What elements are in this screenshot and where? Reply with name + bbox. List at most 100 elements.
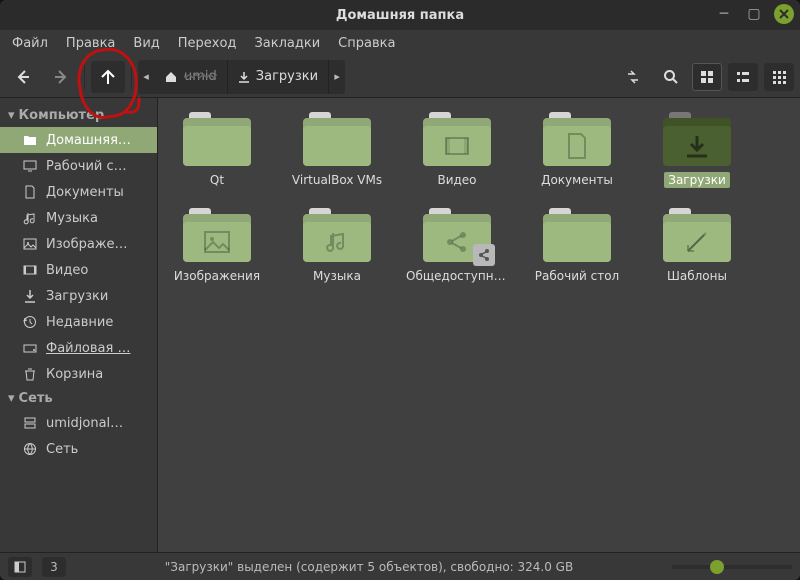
sidebar-item[interactable]: Файловая … [0, 335, 157, 361]
sidebar-item[interactable]: Сеть [0, 436, 157, 462]
sidebar-item[interactable]: Корзина [0, 361, 157, 387]
maximize-button[interactable]: ▢ [744, 4, 764, 24]
menu-go[interactable]: Переход [170, 33, 245, 54]
sidebar-item-label: Рабочий с… [46, 159, 127, 174]
zoom-thumb[interactable] [710, 560, 724, 574]
sidebar-item-label: Музыка [46, 211, 98, 226]
network-icon [22, 442, 38, 456]
view-icons-button[interactable] [692, 63, 722, 91]
sidebar-item-label: umidjonal… [46, 416, 123, 431]
sidebar: ▾ Компьютер Домашняя… Рабочий с… Документы… [0, 98, 158, 552]
path-home[interactable]: umid [154, 60, 228, 94]
back-button[interactable] [6, 61, 40, 93]
sidebar-group-network[interactable]: ▾ Сеть [0, 387, 157, 410]
folder-item[interactable]: Общедоступные [402, 208, 512, 284]
sidepane-toggle-button[interactable] [8, 557, 32, 577]
folder-item[interactable]: Музыка [282, 208, 392, 284]
download-icon [238, 71, 250, 83]
up-button[interactable] [91, 61, 125, 93]
sidebar-group-computer[interactable]: ▾ Компьютер [0, 104, 157, 127]
menu-file[interactable]: Файл [4, 33, 56, 54]
menu-edit[interactable]: Правка [58, 33, 123, 54]
music-icon [22, 211, 38, 225]
view-compact-button[interactable] [764, 63, 794, 91]
path-prev[interactable]: ◂ [138, 70, 154, 83]
status-count[interactable]: 3 [42, 557, 66, 577]
folder-icon [303, 208, 371, 262]
folder-icon [663, 208, 731, 262]
folder-icon [183, 112, 251, 166]
view-switcher [692, 63, 794, 91]
path-downloads[interactable]: Загрузки [228, 60, 329, 94]
chevron-down-icon: ▾ [8, 391, 15, 406]
menu-view[interactable]: Вид [125, 33, 167, 54]
menu-help[interactable]: Справка [330, 33, 403, 54]
sidebar-item[interactable]: umidjonal… [0, 410, 157, 436]
image-icon [22, 237, 38, 251]
folder-item[interactable]: Рабочий стол [522, 208, 632, 284]
folder-label: Общедоступные [402, 268, 512, 284]
sidebar-item[interactable]: Изображе… [0, 231, 157, 257]
path-next[interactable]: ▸ [329, 70, 345, 83]
sidebar-item[interactable]: Недавние [0, 309, 157, 335]
close-button[interactable] [774, 4, 794, 24]
pathbar[interactable]: ◂ umid Загрузки ▸ [138, 60, 345, 94]
list-icon [736, 70, 750, 84]
folder-label: Qt [206, 172, 228, 188]
home-icon [164, 70, 178, 84]
folder-label: VirtualBox VMs [288, 172, 386, 188]
document-icon [22, 185, 38, 199]
folder-item[interactable]: Загрузки [642, 112, 752, 188]
sidebar-item[interactable]: Рабочий с… [0, 153, 157, 179]
sidebar-group-label: Компьютер [19, 108, 105, 123]
sidebar-item-label: Загрузки [46, 289, 108, 304]
menu-bookmarks[interactable]: Закладки [246, 33, 328, 54]
share-badge-icon [473, 244, 495, 266]
compact-icon [772, 70, 786, 84]
video-icon [22, 263, 38, 277]
sidebar-item-label: Документы [46, 185, 124, 200]
folder-icon [423, 112, 491, 166]
sidebar-item-label: Сеть [46, 442, 78, 457]
zoom-slider[interactable] [672, 565, 792, 569]
folder-item[interactable]: Шаблоны [642, 208, 752, 284]
desktop-icon [22, 159, 38, 173]
folder-item[interactable]: VirtualBox VMs [282, 112, 392, 188]
sidebar-item[interactable]: Загрузки [0, 283, 157, 309]
folder-icon [663, 112, 731, 166]
folder-item[interactable]: Qt [162, 112, 272, 188]
view-list-button[interactable] [728, 63, 758, 91]
trash-icon [22, 367, 38, 381]
minimize-button[interactable]: ─ [714, 4, 734, 24]
sidebar-item[interactable]: Документы [0, 179, 157, 205]
folder-label: Загрузки [664, 172, 730, 188]
download-icon [22, 289, 38, 303]
sidebar-item[interactable]: Домашняя… [0, 127, 157, 153]
forward-button[interactable] [44, 61, 78, 93]
folder-item[interactable]: Видео [402, 112, 512, 188]
separator [84, 65, 85, 89]
sidebar-item-label: Файловая … [46, 341, 130, 356]
sidebar-item[interactable]: Музыка [0, 205, 157, 231]
grid-icon [700, 70, 714, 84]
window-title: Домашняя папка [336, 8, 464, 23]
titlebar[interactable]: Домашняя папка ─ ▢ [0, 0, 800, 30]
statusbar: 3 "Загрузки" выделен (содержит 5 объекто… [0, 552, 800, 580]
path-downloads-label: Загрузки [256, 69, 318, 84]
pane-icon [14, 561, 26, 573]
sidebar-item-label: Изображе… [46, 237, 128, 252]
content-area[interactable]: Qt VirtualBox VMs ВидеоДокументы Загрузки Из… [158, 98, 800, 552]
path-toggle-icon [625, 69, 641, 85]
folder-label: Музыка [309, 268, 365, 284]
folder-icon [543, 208, 611, 262]
folder-item[interactable]: Изображения [162, 208, 272, 284]
disk-icon [22, 341, 38, 355]
search-button[interactable] [654, 61, 688, 93]
sidebar-item-label: Недавние [46, 315, 113, 330]
folder-item[interactable]: Документы [522, 112, 632, 188]
folder-icon [303, 112, 371, 166]
path-home-label: umid [184, 69, 217, 84]
folder-icon [22, 133, 38, 147]
sidebar-item[interactable]: Видео [0, 257, 157, 283]
toggle-path-button[interactable] [616, 61, 650, 93]
